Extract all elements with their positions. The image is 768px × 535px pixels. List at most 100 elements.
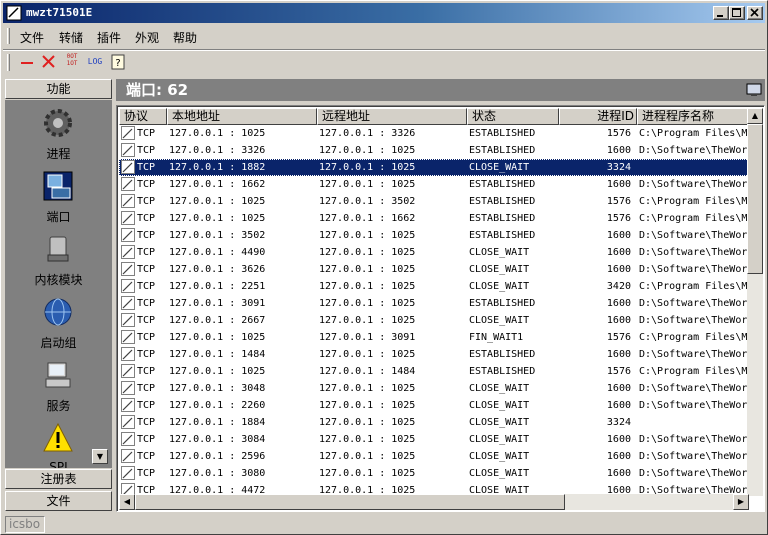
help-button[interactable]: ? (109, 53, 129, 71)
cell-pid: 1600 (606, 349, 631, 360)
vertical-scroll-thumb[interactable] (747, 124, 763, 274)
table-row[interactable]: TCP 127.0.0.1 : 1025 127.0.0.1 : 3502 ESTAB… (119, 193, 749, 210)
sidebar-scroll-down-button[interactable]: ▼ (92, 449, 108, 464)
cell-local-address: 127.0.0.1 : 2260 (169, 400, 266, 411)
table-row[interactable]: TCP 127.0.0.1 : 3326 127.0.0.1 : 1025 ESTAB… (119, 142, 749, 159)
sidebar-item-services[interactable]: 服务 (5, 354, 112, 414)
table-row[interactable]: TCP 127.0.0.1 : 3080 127.0.0.1 : 1025 CLOSE… (119, 465, 749, 482)
sidebar-item-label: 进程 (46, 147, 71, 161)
column-header-local-address[interactable]: 本地地址 (167, 108, 317, 125)
sidebar-item-port[interactable]: 端口 (5, 165, 112, 225)
cell-state: CLOSE_WAIT (469, 315, 530, 326)
cell-process-name: D:\Software\TheWor (639, 349, 748, 360)
scroll-right-button[interactable]: ▶ (733, 494, 749, 510)
column-header-process-name[interactable]: 进程程序名称 (637, 108, 749, 125)
cell-protocol: TCP (137, 247, 156, 258)
service-computer-icon (45, 362, 71, 388)
table-row[interactable]: TCP 127.0.0.1 : 3626 127.0.0.1 : 1025 CLOSE… (119, 261, 749, 278)
connection-icon (121, 364, 135, 378)
port-count-header: 端口: 62 (116, 79, 765, 101)
cell-remote-address: 127.0.0.1 : 1025 (319, 298, 416, 309)
cell-remote-address: 127.0.0.1 : 1025 (319, 264, 416, 275)
cell-protocol: TCP (137, 162, 156, 173)
log-button[interactable]: LOG (85, 53, 105, 71)
vertical-scrollbar[interactable]: ▲ (747, 108, 763, 496)
cell-state: CLOSE_WAIT (469, 383, 530, 394)
table-row[interactable]: TCP 127.0.0.1 : 1025 127.0.0.1 : 1484 ESTAB… (119, 363, 749, 380)
table-row[interactable]: TCP 127.0.0.1 : 3502 127.0.0.1 : 1025 ESTAB… (119, 227, 749, 244)
cell-pid: 1600 (606, 247, 631, 258)
menu-help[interactable]: 帮助 (173, 29, 197, 46)
table-row[interactable]: TCP 127.0.0.1 : 1882 127.0.0.1 : 1025 CLOSE… (119, 159, 749, 176)
connection-icon (121, 194, 135, 208)
close-button[interactable] (747, 6, 763, 20)
cell-pid: 1576 (606, 332, 631, 343)
horizontal-scrollbar[interactable]: ◀ ▶ (119, 494, 749, 510)
column-header-remote-address[interactable]: 远程地址 (317, 108, 467, 125)
table-row[interactable]: TCP 127.0.0.1 : 1484 127.0.0.1 : 1025 ESTAB… (119, 346, 749, 363)
chevron-left-icon: ◀ (123, 497, 131, 506)
scroll-up-button[interactable]: ▲ (747, 108, 763, 124)
scroll-left-button[interactable]: ◀ (119, 494, 135, 510)
cell-process-name: C:\Program Files\M (639, 281, 748, 292)
cell-process-name: D:\Software\TheWor (639, 451, 748, 462)
horizontal-scroll-thumb[interactable] (135, 494, 565, 510)
cell-state: CLOSE_WAIT (469, 247, 530, 258)
table-row[interactable]: TCP 127.0.0.1 : 2667 127.0.0.1 : 1025 CLOSE… (119, 312, 749, 329)
cell-state: CLOSE_WAIT (469, 434, 530, 445)
cell-pid: 1576 (606, 196, 631, 207)
column-header-protocol[interactable]: 协议 (119, 108, 167, 125)
minus-button[interactable] (17, 53, 37, 71)
sidebar-item-label: 端口 (46, 210, 71, 224)
cell-pid: 1600 (606, 400, 631, 411)
cell-remote-address: 127.0.0.1 : 1025 (319, 247, 416, 258)
help-icon: ? (111, 54, 125, 70)
cell-protocol: TCP (137, 281, 156, 292)
sidebar-header-functions[interactable]: 功能 (5, 79, 112, 99)
sidebar: 功能 进程 端口 内核模块 启动组 服务 SPI ▼ 注册表 文件 (5, 79, 112, 512)
cell-process-name: D:\Software\TheWor (639, 264, 748, 275)
menu-file[interactable]: 文件 (20, 29, 44, 46)
cell-local-address: 127.0.0.1 : 3326 (169, 145, 266, 156)
monitor-icon[interactable] (746, 82, 762, 98)
table-row[interactable]: TCP 127.0.0.1 : 1662 127.0.0.1 : 1025 ESTAB… (119, 176, 749, 193)
table-row[interactable]: TCP 127.0.0.1 : 1025 127.0.0.1 : 3326 ESTAB… (119, 125, 749, 142)
cell-local-address: 127.0.0.1 : 1025 (169, 128, 266, 139)
minimize-icon (717, 15, 723, 17)
cell-protocol: TCP (137, 196, 156, 207)
column-header-state[interactable]: 状态 (467, 108, 559, 125)
cell-state: ESTABLISHED (469, 366, 536, 377)
table-row[interactable]: TCP 127.0.0.1 : 2251 127.0.0.1 : 1025 CLOSE… (119, 278, 749, 295)
menu-dump[interactable]: 转储 (59, 29, 83, 46)
connection-icon (121, 466, 135, 480)
cell-state: CLOSE_WAIT (469, 417, 530, 428)
maximize-button[interactable] (729, 6, 745, 20)
sidebar-header-registry[interactable]: 注册表 (5, 469, 112, 489)
menu-appearance[interactable]: 外观 (135, 29, 159, 46)
table-row[interactable]: TCP 127.0.0.1 : 2596 127.0.0.1 : 1025 CLOSE… (119, 448, 749, 465)
title-bar[interactable]: mwzt71501E (3, 3, 765, 23)
sidebar-item-startup[interactable]: 启动组 (5, 291, 112, 351)
sidebar-item-kernel-modules[interactable]: 内核模块 (5, 228, 112, 288)
column-header-pid[interactable]: 进程ID (559, 108, 637, 125)
cell-local-address: 127.0.0.1 : 3048 (169, 383, 266, 394)
table-row[interactable]: TCP 127.0.0.1 : 2260 127.0.0.1 : 1025 CLOSE… (119, 397, 749, 414)
table-row[interactable]: TCP 127.0.0.1 : 1025 127.0.0.1 : 3091 FIN_W… (119, 329, 749, 346)
cell-local-address: 127.0.0.1 : 1662 (169, 179, 266, 190)
menu-plugins[interactable]: 插件 (97, 29, 121, 46)
connection-icon (121, 211, 135, 225)
table-row[interactable]: TCP 127.0.0.1 : 1025 127.0.0.1 : 1662 ESTAB… (119, 210, 749, 227)
cell-process-name: C:\Program Files\M (639, 196, 748, 207)
minimize-button[interactable] (713, 6, 729, 20)
table-row[interactable]: TCP 127.0.0.1 : 3048 127.0.0.1 : 1025 CLOSE… (119, 380, 749, 397)
table-row[interactable]: TCP 127.0.0.1 : 1884 127.0.0.1 : 1025 CLOSE… (119, 414, 749, 431)
sidebar-header-files[interactable]: 文件 (5, 491, 112, 511)
hex-binary-button[interactable]: 0OT 1OT (62, 53, 82, 71)
table-row[interactable]: TCP 127.0.0.1 : 3084 127.0.0.1 : 1025 CLOSE… (119, 431, 749, 448)
connection-icon (121, 126, 135, 140)
table-row[interactable]: TCP 127.0.0.1 : 3091 127.0.0.1 : 1025 ESTAB… (119, 295, 749, 312)
delete-button[interactable] (39, 53, 59, 71)
sidebar-item-process[interactable]: 进程 (5, 102, 112, 162)
table-row[interactable]: TCP 127.0.0.1 : 4490 127.0.0.1 : 1025 CLOSE… (119, 244, 749, 261)
connection-icon (121, 432, 135, 446)
